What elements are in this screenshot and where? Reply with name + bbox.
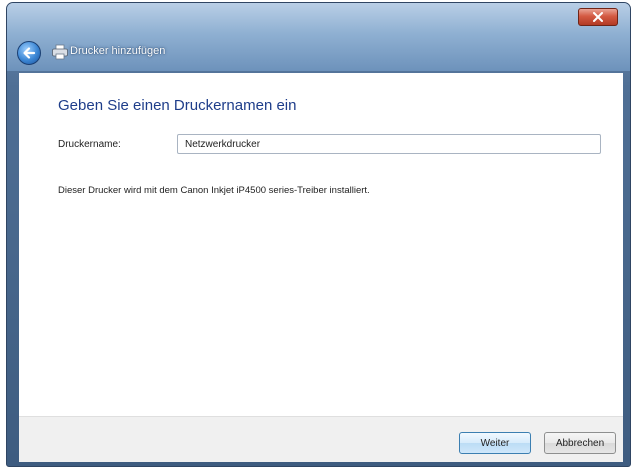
back-button[interactable] <box>17 41 41 65</box>
window-title: Drucker hinzufügen <box>70 45 166 57</box>
cancel-button[interactable]: Abbrechen <box>544 432 616 454</box>
add-printer-dialog: Drucker hinzufügen Geben Sie einen Druck… <box>6 2 631 467</box>
printer-icon <box>52 44 68 60</box>
page-heading: Geben Sie einen Druckernamen ein <box>58 97 297 114</box>
next-button[interactable]: Weiter <box>459 432 531 454</box>
button-bar: Weiter Abbrechen <box>19 416 623 462</box>
title-bar: Drucker hinzufügen <box>7 3 630 71</box>
wizard-content: Geben Sie einen Druckernamen ein Drucker… <box>19 73 623 416</box>
printer-name-input[interactable] <box>177 134 601 154</box>
driver-info-text: Dieser Drucker wird mit dem Canon Inkjet… <box>58 185 370 196</box>
back-arrow-icon <box>23 47 36 59</box>
close-button[interactable] <box>578 8 618 26</box>
printer-name-label: Druckername: <box>58 139 121 150</box>
close-icon <box>593 12 603 22</box>
